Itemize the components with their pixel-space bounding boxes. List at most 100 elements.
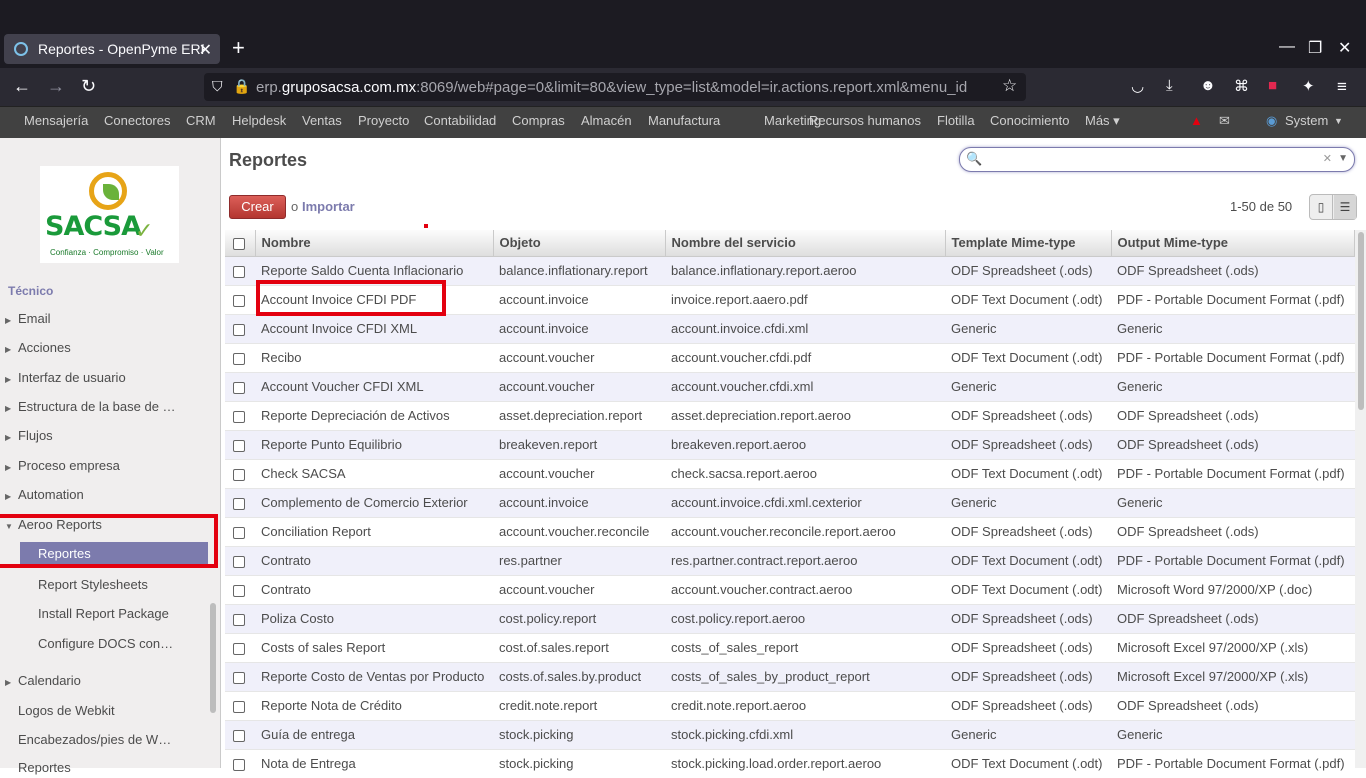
table-row[interactable]: Reporte Costo de Ventas por Producto cost… [225,661,1355,691]
table-cell[interactable]: Generic [945,313,1111,343]
search-input[interactable]: 🔍 ✕ ▼ [959,147,1355,172]
extension-icon[interactable]: ☻ [1200,77,1216,94]
menu-item[interactable]: Proyecto [358,113,409,128]
row-checkbox[interactable] [225,342,255,372]
table-cell[interactable]: credit.note.report.aeroo [665,690,945,720]
tab-close-icon[interactable]: ✕ [199,40,212,60]
table-cell[interactable]: Reporte Depreciación de Activos [255,400,493,430]
row-checkbox[interactable] [225,429,255,459]
table-cell[interactable]: account.invoice [493,487,665,517]
sidebar-scrollbar[interactable] [210,603,216,713]
row-checkbox[interactable] [225,516,255,546]
table-cell[interactable]: Generic [1111,487,1355,517]
row-checkbox[interactable] [225,313,255,343]
row-checkbox[interactable] [225,661,255,691]
table-cell[interactable]: costs.of.sales.by.product [493,661,665,691]
import-link[interactable]: Importar [302,199,355,214]
table-cell[interactable]: ODF Text Document (.odt) [945,748,1111,778]
table-cell[interactable]: breakeven.report.aeroo [665,429,945,459]
table-cell[interactable]: PDF - Portable Document Format (.pdf) [1111,342,1355,372]
mail-icon[interactable]: ✉ [1219,113,1230,129]
table-row[interactable]: Contrato account.voucher account.voucher.c… [225,574,1355,604]
table-cell[interactable]: Complemento de Comercio Exterior [255,487,493,517]
table-cell[interactable]: ODF Text Document (.odt) [945,545,1111,575]
minimize-icon[interactable]: — [1279,38,1295,56]
table-row[interactable]: Check SACSA account.voucher check.sacsa.re… [225,458,1355,488]
table-cell[interactable]: account.voucher.contract.aeroo [665,574,945,604]
table-cell[interactable]: Guía de entrega [255,719,493,749]
table-cell[interactable]: Contrato [255,574,493,604]
menu-item[interactable]: CRM [186,113,216,128]
sidebar-item-estructura[interactable]: Estructura de la base de … [18,399,176,414]
table-cell[interactable]: Generic [1111,371,1355,401]
row-checkbox[interactable] [225,603,255,633]
table-cell[interactable]: Recibo [255,342,493,372]
caret-right-icon[interactable]: ▶ [5,375,11,384]
chevron-down-icon[interactable]: ▼ [1334,116,1343,126]
user-menu[interactable]: System [1285,113,1328,128]
menu-item[interactable]: Mensajería [24,113,88,128]
table-cell[interactable]: Generic [945,371,1111,401]
table-row[interactable]: Guía de entrega stock.picking stock.pickin… [225,719,1355,749]
create-button[interactable]: Crear [229,195,286,219]
sidebar-item-logos-webkit[interactable]: Logos de Webkit [18,703,115,718]
table-cell[interactable]: Microsoft Excel 97/2000/XP (.xls) [1111,632,1355,662]
table-cell[interactable]: credit.note.report [493,690,665,720]
table-cell[interactable]: cost.policy.report [493,603,665,633]
table-cell[interactable]: account.voucher.cfdi.pdf [665,342,945,372]
table-cell[interactable]: stock.picking.load.order.report.aeroo [665,748,945,778]
table-cell[interactable]: balance.inflationary.report.aeroo [665,255,945,285]
table-cell[interactable]: Reporte Costo de Ventas por Producto [255,661,493,691]
caret-right-icon[interactable]: ▶ [5,316,11,325]
table-cell[interactable]: costs_of_sales_by_product_report [665,661,945,691]
form-view-icon[interactable]: ▯ [1310,195,1333,219]
row-checkbox[interactable] [225,545,255,575]
table-cell[interactable]: ODF Spreadsheet (.ods) [1111,429,1355,459]
lock-icon[interactable]: 🔒 [233,78,250,95]
list-view-icon[interactable]: ☰ [1334,195,1356,219]
row-checkbox[interactable] [225,574,255,604]
table-cell[interactable]: res.partner.contract.report.aeroo [665,545,945,575]
sidebar-item-calendario[interactable]: Calendario [18,673,81,688]
caret-right-icon[interactable]: ▶ [5,678,11,687]
table-row[interactable]: Reporte Punto Equilibrio breakeven.report… [225,429,1355,459]
table-cell[interactable]: Generic [1111,719,1355,749]
row-checkbox[interactable] [225,690,255,720]
sidebar-item-report-stylesheets[interactable]: Report Stylesheets [38,577,148,592]
table-cell[interactable]: costs_of_sales_report [665,632,945,662]
table-cell[interactable]: account.voucher [493,458,665,488]
row-checkbox[interactable] [225,284,255,314]
table-cell[interactable]: Reporte Punto Equilibrio [255,429,493,459]
menu-item[interactable]: Recursos humanos [809,113,921,128]
table-cell[interactable]: Poliza Costo [255,603,493,633]
table-cell[interactable]: account.voucher [493,342,665,372]
table-cell[interactable]: PDF - Portable Document Format (.pdf) [1111,748,1355,778]
menu-item[interactable]: Manufactura [648,113,720,128]
table-row[interactable]: Poliza Costo cost.policy.report cost.polic… [225,603,1355,633]
tracker-extension-icon[interactable]: ✦ [1302,77,1315,95]
sidebar-item-interfaz[interactable]: Interfaz de usuario [18,370,126,385]
table-cell[interactable]: stock.picking.cfdi.xml [665,719,945,749]
table-cell[interactable]: PDF - Portable Document Format (.pdf) [1111,458,1355,488]
table-cell[interactable]: account.invoice [493,284,665,314]
bookmark-star-icon[interactable]: ☆ [1002,76,1017,96]
table-row[interactable]: Account Invoice CFDI XML account.invoice a… [225,313,1355,343]
menu-item[interactable]: Conocimiento [990,113,1070,128]
table-cell[interactable]: ODF Text Document (.odt) [945,342,1111,372]
table-cell[interactable]: account.invoice.cfdi.xml [665,313,945,343]
caret-right-icon[interactable]: ▶ [5,463,11,472]
sidebar-item-acciones[interactable]: Acciones [18,340,71,355]
select-all-checkbox[interactable] [225,230,256,257]
row-checkbox[interactable] [225,458,255,488]
translate-icon[interactable]: ⌘ [1234,77,1249,95]
hamburger-menu-icon[interactable]: ≡ [1337,77,1347,97]
table-cell[interactable]: res.partner [493,545,665,575]
table-cell[interactable]: Account Voucher CFDI XML [255,371,493,401]
table-cell[interactable]: ODF Text Document (.odt) [945,458,1111,488]
menu-item[interactable]: Flotilla [937,113,975,128]
pocket-icon[interactable]: ◡ [1131,77,1144,95]
table-cell[interactable]: PDF - Portable Document Format (.pdf) [1111,545,1355,575]
table-row[interactable]: Reporte Depreciación de Activos asset.dep… [225,400,1355,430]
sidebar-item-configure-docs[interactable]: Configure DOCS con… [38,636,173,651]
row-checkbox[interactable] [225,632,255,662]
